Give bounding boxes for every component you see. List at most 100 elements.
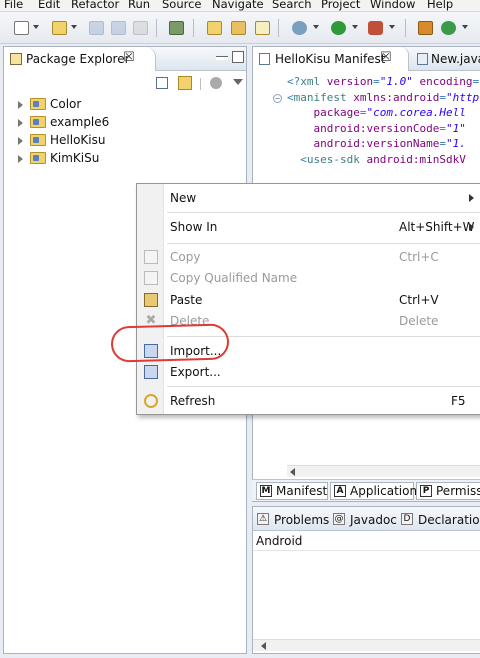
link-with-editor-icon[interactable]: [178, 76, 192, 90]
tab-declaration[interactable]: D Declaration: [401, 510, 480, 530]
tab-permissions[interactable]: P Permission: [416, 482, 480, 500]
external-tools-dropdown-icon[interactable]: [389, 25, 395, 29]
new-xml-icon[interactable]: [255, 21, 270, 35]
menu-item-shortcut: F5: [451, 394, 466, 408]
save-icon[interactable]: [89, 21, 104, 35]
new-junit-icon[interactable]: [231, 21, 246, 35]
copy-qualified-icon: [144, 271, 158, 285]
menu-item-copy[interactable]: Copy Ctrl+C: [137, 247, 480, 267]
android-sdk-icon[interactable]: [169, 21, 184, 35]
focus-icon[interactable]: [210, 77, 222, 89]
problems-icon: ⚠: [257, 513, 269, 525]
project-folder-icon: [30, 134, 46, 146]
paste-icon: [144, 293, 158, 307]
package-explorer-toolbar: [4, 71, 246, 93]
menu-item-paste[interactable]: Paste Ctrl+V: [137, 290, 480, 310]
menu-file[interactable]: File: [4, 0, 23, 11]
menu-separator: [167, 386, 480, 387]
menu-search[interactable]: Search: [272, 0, 312, 11]
menu-item-import[interactable]: Import...: [137, 341, 480, 361]
refresh-icon: [144, 394, 158, 408]
fold-toggle-icon[interactable]: −: [273, 93, 282, 103]
view-menu-icon[interactable]: [233, 79, 243, 85]
tab-problems[interactable]: ⚠ Problems: [257, 510, 331, 530]
menu-item-copy-qualified-name[interactable]: Copy Qualified Name: [137, 268, 480, 288]
menu-window[interactable]: Window: [370, 0, 415, 11]
manifest-page-icon: M: [260, 485, 272, 497]
menu-run[interactable]: Run: [128, 0, 150, 11]
run-icon[interactable]: [331, 21, 346, 35]
menu-item-export[interactable]: Export...: [137, 362, 480, 382]
code-line: android:versionCode="1": [313, 121, 466, 135]
package-explorer-tabbar: Package Explorer ☒: [4, 47, 246, 71]
menu-item-new[interactable]: New: [137, 188, 480, 208]
new-package-icon[interactable]: [52, 21, 67, 35]
expand-icon[interactable]: [18, 137, 23, 145]
print-icon[interactable]: [133, 21, 148, 35]
new-class-icon[interactable]: [441, 21, 456, 35]
submenu-arrow-icon: [469, 223, 474, 231]
menu-item-label: Refresh: [170, 394, 216, 408]
scroll-left-icon[interactable]: [290, 468, 295, 476]
external-tools-icon[interactable]: [368, 21, 383, 35]
menu-item-label: Export...: [170, 365, 221, 379]
new-class-dropdown-icon[interactable]: [462, 25, 468, 29]
new-dropdown-icon[interactable]: [33, 25, 39, 29]
new-package-dropdown-icon[interactable]: [71, 25, 77, 29]
tab-label: Javadoc: [350, 513, 397, 527]
close-icon[interactable]: ☒: [380, 50, 392, 65]
menu-edit[interactable]: Edit: [38, 0, 60, 11]
horizontal-scrollbar[interactable]: [287, 465, 480, 477]
new-icon[interactable]: [14, 21, 29, 35]
import-icon: [144, 344, 158, 358]
tree-item-label: HelloKisu: [50, 133, 106, 147]
minimize-icon[interactable]: [216, 56, 228, 60]
run-dropdown-icon[interactable]: [352, 25, 358, 29]
menu-help[interactable]: Help: [427, 0, 453, 11]
code-line: <?xml version="1.0" encoding=: [287, 75, 480, 88]
menu-source[interactable]: Source: [162, 0, 202, 11]
bottom-panel-tabbar: ⚠ Problems @ Javadoc D Declaration: [253, 507, 480, 531]
open-type-icon[interactable]: [418, 21, 433, 35]
tab-new-java[interactable]: New.java: [413, 47, 480, 71]
toolbar: [0, 12, 480, 44]
debug-dropdown-icon[interactable]: [313, 25, 319, 29]
tree-item-label: example6: [50, 115, 110, 129]
tab-manifest[interactable]: M Manifest: [256, 482, 328, 500]
menu-item-label: Show In: [170, 220, 218, 234]
tab-label: Application: [350, 484, 418, 498]
menu-navigate[interactable]: Navigate: [212, 0, 264, 11]
save-all-icon[interactable]: [111, 21, 126, 35]
debug-icon[interactable]: [292, 21, 307, 35]
expand-icon[interactable]: [18, 119, 23, 127]
tab-hellokisu-manifest[interactable]: HelloKisu Manifest ☒: [253, 47, 409, 71]
code-line: android:versionName="1.: [313, 137, 466, 150]
menu-separator: [167, 243, 480, 244]
toolbar-separator: [193, 19, 194, 37]
menu-item-delete[interactable]: ✖ Delete Delete: [137, 311, 480, 331]
expand-icon[interactable]: [18, 101, 23, 109]
horizontal-scrollbar[interactable]: [253, 639, 480, 651]
menu-item-shortcut: Ctrl+C: [399, 250, 439, 264]
new-android-project-icon[interactable]: [207, 21, 222, 35]
code-line: <uses-sdk android:minSdkV: [300, 152, 466, 166]
close-icon[interactable]: ☒: [123, 50, 135, 65]
menu-refactor[interactable]: Refactor: [71, 0, 119, 11]
manifest-editor-pages: M Manifest A Application P Permission: [252, 479, 480, 501]
tab-package-explorer[interactable]: Package Explorer ☒: [4, 47, 156, 71]
menu-project[interactable]: Project: [321, 0, 360, 11]
menu-item-label: Delete: [170, 314, 210, 328]
tab-application[interactable]: A Application: [330, 482, 418, 500]
divider: [253, 550, 480, 551]
panel-row-text: Android: [256, 534, 303, 548]
menu-item-show-in[interactable]: Show In Alt+Shift+W: [137, 217, 480, 237]
tab-javadoc[interactable]: @ Javadoc: [333, 510, 399, 530]
context-menu: New Show In Alt+Shift+W Copy Ctrl+C Copy…: [136, 183, 480, 415]
maximize-icon[interactable]: [232, 51, 244, 63]
menu-item-refresh[interactable]: Refresh F5: [137, 391, 480, 411]
collapse-all-icon[interactable]: [156, 77, 168, 89]
permissions-page-icon: P: [420, 485, 432, 497]
expand-icon[interactable]: [18, 155, 23, 163]
scroll-left-icon[interactable]: [261, 642, 266, 650]
javadoc-icon: @: [333, 513, 345, 525]
